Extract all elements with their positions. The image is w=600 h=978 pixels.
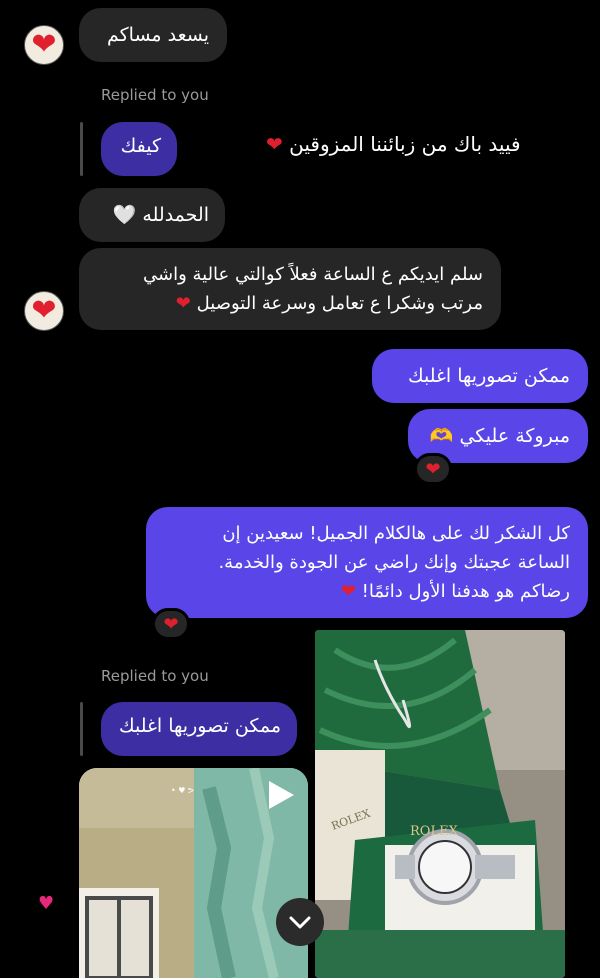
scroll-down-button[interactable] xyxy=(276,898,324,946)
message-line: كل الشكر لك على هالكلام الجميل! سعيدين إ… xyxy=(222,523,570,544)
heart-icon: ❤ xyxy=(31,293,57,328)
heart-icon: ♥ xyxy=(38,893,55,914)
heart-icon: ❤ xyxy=(31,27,57,62)
quoted-message[interactable]: ممكن تصوريها اغلبك xyxy=(101,702,297,756)
play-icon[interactable] xyxy=(263,778,297,812)
message-line-text: رضاكم هو هدفنا الأول دائمًا! xyxy=(361,581,570,602)
message-text: مبروكة عليكي 🫶 xyxy=(429,425,570,447)
caption-text: فييد باك من زبائننا المزوقين xyxy=(289,132,521,156)
photo-attachment[interactable]: ROLEX ROLEX xyxy=(315,630,565,978)
reaction-badge[interactable]: ❤ xyxy=(152,608,190,640)
message-line: مرتب وشكرا ع تعامل وسرعة التوصيل ❤ xyxy=(97,289,483,318)
outgoing-message[interactable]: ممكن تصوريها اغلبك xyxy=(372,349,588,403)
avatar[interactable]: ❤ xyxy=(24,25,64,65)
message-line: سلم ايديكم ع الساعة فعلاً كوالتي عالية و… xyxy=(142,264,483,285)
video-attachment[interactable]: • ♥ ᕗ xyxy=(79,768,308,978)
heart-icon: ❤ xyxy=(175,293,191,314)
message-line: الساعة عجبتك وإنك راضي عن الجودة والخدمة… xyxy=(218,552,570,573)
heart-icon: ❤ xyxy=(266,132,283,156)
replied-label: Replied to you xyxy=(101,667,209,685)
photo-brand-text: ROLEX xyxy=(410,824,459,839)
message-line-text: مرتب وشكرا ع تعامل وسرعة التوصيل xyxy=(196,293,483,314)
message-text: ممكن تصوريها اغلبك xyxy=(407,365,570,387)
replied-label: Replied to you xyxy=(101,86,209,104)
avatar[interactable]: ❤ xyxy=(24,291,64,331)
quoted-text: كيفك xyxy=(120,135,161,157)
heart-icon: ❤ xyxy=(340,581,356,602)
incoming-message[interactable]: يسعد مساكم xyxy=(79,8,227,62)
incoming-message[interactable]: سلم ايديكم ع الساعة فعلاً كوالتي عالية و… xyxy=(79,248,501,330)
message-text: الحمدلله 🤍 xyxy=(112,204,209,226)
reply-bar xyxy=(80,702,83,756)
outgoing-message[interactable]: كل الشكر لك على هالكلام الجميل! سعيدين إ… xyxy=(146,507,588,618)
message-line: رضاكم هو هدفنا الأول دائمًا! ❤ xyxy=(164,577,570,606)
chevron-down-icon xyxy=(289,916,311,929)
quoted-message[interactable]: كيفك xyxy=(101,122,177,176)
incoming-message[interactable]: الحمدلله 🤍 xyxy=(79,188,225,242)
quoted-text: ممكن تصوريها اغلبك xyxy=(118,715,281,737)
photo-image: ROLEX ROLEX xyxy=(315,630,565,978)
heart-icon: ❤ xyxy=(425,458,441,480)
video-sticker: • ♥ ᕗ xyxy=(171,786,194,795)
story-caption: فييد باك من زبائننا المزوقين ❤ xyxy=(266,132,521,156)
message-text: يسعد مساكم xyxy=(106,24,209,46)
heart-icon: ❤ xyxy=(163,613,179,635)
reaction-badge[interactable]: ❤ xyxy=(414,453,452,485)
reply-bar xyxy=(80,122,83,176)
